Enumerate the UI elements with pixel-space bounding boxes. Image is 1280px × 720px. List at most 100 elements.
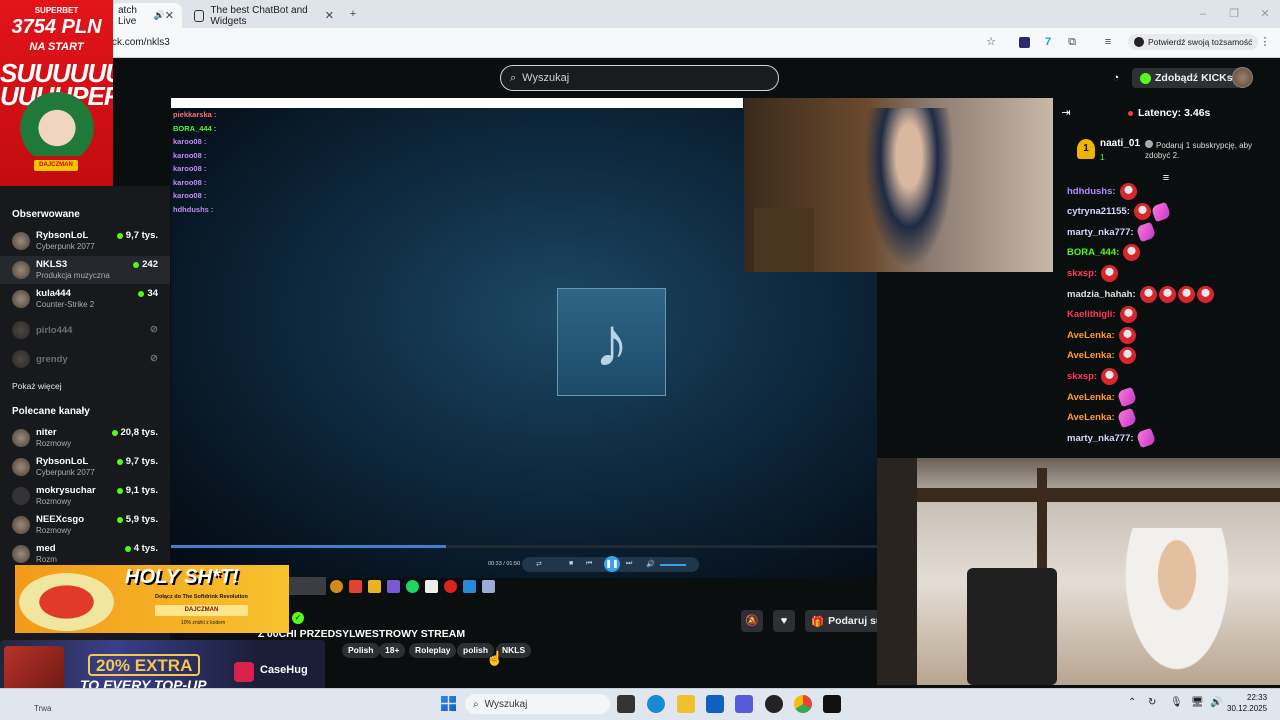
volume-icon[interactable]: 🔊 — [646, 560, 655, 568]
user-avatar[interactable] — [1232, 67, 1253, 88]
emote-icon — [1133, 203, 1151, 221]
profile-icon — [1134, 37, 1144, 47]
gaming-chair — [967, 568, 1057, 685]
taskbar-search[interactable]: ⌕ Wyszukaj — [465, 694, 610, 714]
minimize-icon[interactable]: – — [1197, 8, 1209, 20]
close-icon[interactable]: ✕ — [165, 9, 174, 22]
sidebar-channel[interactable]: grendy ⊘ — [0, 345, 170, 373]
volume-slider[interactable] — [660, 564, 686, 566]
kicks-label: Zdobądź KICKs — [1155, 72, 1233, 84]
ad-headline: HOLY SH*T! — [125, 566, 239, 588]
sidebar-channel[interactable]: NEEXcsgo Rozmowy 5,9 tys. — [0, 511, 170, 539]
maximize-icon[interactable]: ❐ — [1228, 8, 1240, 20]
show-more-link[interactable]: Pokaż więcej — [12, 381, 62, 391]
avatar — [12, 516, 30, 534]
epic-games-icon[interactable] — [823, 695, 841, 713]
chat-username[interactable]: AveLenka: — [1067, 330, 1115, 341]
obs-icon[interactable] — [765, 695, 783, 713]
chat-username[interactable]: AveLenka: — [1067, 350, 1115, 361]
tag-chip[interactable]: Roleplay — [409, 643, 457, 658]
sidebar-channel[interactable]: RybsonLoL Cyberpunk 2077 9,7 tys. — [0, 227, 170, 255]
channel-name: grendy — [36, 354, 68, 365]
furniture — [754, 208, 814, 272]
sidebar-channel[interactable]: pirlo444 ⊘ — [0, 316, 170, 344]
bookmark-star-icon[interactable]: ☆ — [985, 36, 997, 48]
url-field[interactable]: ck.com/nkls3 — [112, 37, 170, 48]
notifications-off-button[interactable]: 🔕 — [741, 610, 763, 632]
emote-icon — [1118, 347, 1136, 365]
chat-username[interactable]: skxsp: — [1067, 371, 1097, 382]
speaker-icon[interactable]: 🔊 — [1210, 697, 1222, 708]
sidebar-channel[interactable]: RybsonLoL Cyberpunk 2077 9,7 tys. — [0, 453, 170, 481]
chat-username[interactable]: hdhdushs: — [1067, 186, 1116, 197]
sidebar-channel[interactable]: kula444 Counter-Strike 2 34 — [0, 285, 170, 313]
ad-code: DAJCZMAN — [155, 605, 248, 616]
microphone-icon[interactable]: 🎙 — [1170, 697, 1183, 708]
translate-extension-icon[interactable]: 7 — [1042, 36, 1054, 48]
tab-chatbot[interactable]: The best ChatBot and Widgets ✕ — [186, 3, 342, 28]
chat-username[interactable]: AveLenka: — [1067, 392, 1115, 403]
edge-icon[interactable] — [647, 695, 665, 713]
chat-username[interactable]: BORA_444: — [1067, 247, 1119, 258]
sidebar-channel[interactable]: niter Rozmowy 20,8 tys. — [0, 424, 170, 452]
previous-icon[interactable]: ⏮ — [586, 560, 592, 568]
emote-icon — [1177, 285, 1195, 303]
get-kicks-button[interactable]: Zdobądź KICKs — [1132, 68, 1241, 88]
offline-icon: ⊘ — [150, 324, 158, 335]
chat-filter-icon[interactable]: ≡ — [1160, 172, 1172, 184]
overlay-chat-line: BORA_444 : — [173, 124, 217, 133]
viewer-count: 9,1 tys. — [116, 485, 158, 496]
tag-chip[interactable]: 18+ — [379, 643, 406, 658]
taskbar-clock[interactable]: 22:33 30.12.2025 — [1227, 693, 1267, 715]
avatar — [12, 487, 30, 505]
stop-icon[interactable]: ■ — [569, 560, 573, 567]
extension-icon[interactable] — [1019, 37, 1030, 48]
puzzle-icon[interactable]: ⧉ — [1066, 36, 1078, 48]
teams-icon[interactable] — [735, 695, 753, 713]
chrome-icon[interactable] — [794, 695, 812, 713]
chat-username[interactable]: marty_nka777: — [1067, 227, 1134, 238]
info-icon — [1145, 140, 1153, 148]
next-icon[interactable]: ⏭ — [626, 560, 632, 568]
tag-chip[interactable]: Polish — [342, 643, 380, 658]
tab-kick[interactable]: atch Live 🔊 ✕ — [110, 3, 182, 28]
superbet-ad[interactable]: SUPERBET 3754 PLN NA START SUUUUUU UUUUP… — [0, 0, 113, 186]
file-explorer-icon[interactable] — [677, 695, 695, 713]
new-tab-icon[interactable]: + — [347, 8, 359, 20]
chat-username[interactable]: marty_nka777: — [1067, 433, 1134, 444]
chat-username[interactable]: cytryna21155: — [1067, 206, 1130, 217]
chat-username[interactable]: skxsp: — [1067, 268, 1097, 279]
chat-username[interactable]: madzia_hahah: — [1067, 289, 1136, 300]
weather-widget[interactable]: Trwa — [34, 704, 51, 713]
sidebar-channel[interactable]: med Rozm 4 tys. — [0, 540, 170, 568]
kick-coin-icon — [1140, 72, 1151, 84]
rewards-icon[interactable]: ◔ — [1110, 72, 1122, 84]
emote-icon — [1196, 285, 1214, 303]
follow-heart-button[interactable]: ♥ — [773, 610, 795, 632]
identity-verify-button[interactable]: Potwierdź swoją tożsamość — [1128, 34, 1259, 50]
task-view-icon[interactable] — [617, 695, 635, 713]
pause-button[interactable]: ❚❚ — [604, 556, 620, 572]
drink-ad[interactable]: HOLY SH*T! Dołącz do The Softdrink Revol… — [15, 565, 289, 633]
outlook-icon[interactable] — [706, 695, 724, 713]
network-icon[interactable]: 🖥 — [1191, 697, 1204, 708]
close-window-icon[interactable]: ✕ — [1259, 8, 1271, 20]
collapse-chat-icon[interactable]: ⇥ — [1060, 107, 1072, 119]
ad-amount: 3754 PLN — [11, 16, 102, 38]
media-progress-bar[interactable] — [171, 545, 877, 548]
shuffle-icon[interactable]: ⇄ — [536, 560, 542, 568]
chat-message: skxsp: — [1067, 366, 1119, 386]
gift-sub-button[interactable]: 🎁 Podaruj su — [805, 610, 877, 632]
menu-kebab-icon[interactable]: ⋮ — [1259, 36, 1271, 48]
chat-username[interactable]: AveLenka: — [1067, 412, 1115, 423]
media-queue-icon[interactable]: ≡ — [1102, 36, 1114, 48]
top-gifter-name[interactable]: naati_01 — [1100, 138, 1140, 149]
chat-username[interactable]: Kaelithigli: — [1067, 309, 1116, 320]
sidebar-channel[interactable]: NKLS3 Produkcja muzyczna 242 — [0, 256, 170, 284]
avatar — [12, 545, 30, 563]
search-input[interactable]: ⌕ Wyszukaj — [500, 65, 779, 91]
sync-icon[interactable]: ↻ — [1148, 697, 1156, 708]
tray-chevron-icon[interactable]: ⌃ — [1128, 697, 1136, 708]
close-icon[interactable]: ✕ — [325, 9, 334, 22]
sidebar-channel[interactable]: mokrysuchar Rozmowy 9,1 tys. — [0, 482, 170, 510]
